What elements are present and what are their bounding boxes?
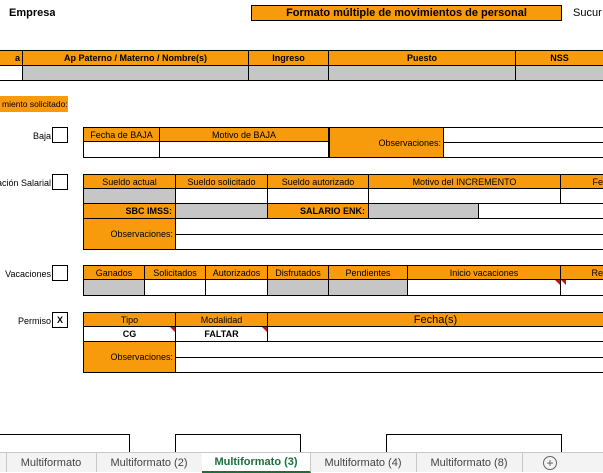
col-header-ingreso: Ingreso (249, 50, 329, 66)
col-header-fechas: Fecha(s) (268, 312, 603, 327)
tab-multiformato-8[interactable]: Multiformato (8) (416, 453, 523, 472)
movement-requested-label: miento solicitado: (0, 96, 68, 112)
cell-fullname[interactable] (22, 66, 249, 81)
col-header-tipo: Tipo (83, 312, 176, 327)
vacaciones-checkbox[interactable] (52, 265, 68, 281)
cell-name-partial[interactable] (0, 66, 22, 81)
col-header-autorizados: Autorizados (206, 265, 268, 280)
baja-observaciones-label: Observaciones: (329, 127, 444, 158)
cell-modalidad-value: FALTAR (204, 329, 239, 339)
cell-regreso[interactable] (561, 280, 603, 296)
tab-multiformato[interactable]: Multiformato (6, 453, 97, 472)
col-header-fecha-partial: Fe (561, 174, 603, 189)
signature-box-3 (386, 434, 562, 452)
cell-nss[interactable] (516, 66, 603, 81)
permiso-checkbox[interactable]: X (52, 312, 68, 328)
company-label: Empresa (9, 7, 56, 19)
col-header-nss: NSS (516, 50, 603, 66)
tab-multiformato-2[interactable]: Multiformato (2) (96, 453, 203, 472)
col-header-motivo-baja: Motivo de BAJA (160, 127, 329, 142)
col-header-fullname: Ap Paterno / Materno / Nombre(s) (22, 50, 249, 66)
salario-enk-label: SALARIO ENK: (268, 204, 369, 219)
col-header-sueldo-actual: Sueldo actual (83, 174, 176, 189)
cell-fecha-baja[interactable] (83, 142, 160, 158)
salarial-observaciones-field[interactable] (176, 219, 603, 250)
signature-box-1 (0, 434, 130, 452)
signature-box-2 (175, 434, 301, 452)
col-header-disfrutados: Disfrutados (268, 265, 329, 280)
col-header-ganados: Ganados (83, 265, 145, 280)
permiso-observaciones-field[interactable] (176, 342, 603, 373)
col-header-solicitados: Solicitados (145, 265, 206, 280)
sbc-imss-label: SBC IMSS: (83, 204, 176, 219)
col-header-inicio-vacaciones: Inicio vacaciones (408, 265, 561, 280)
cell-motivo-baja[interactable] (160, 142, 329, 158)
col-header-modalidad: Modalidad (176, 312, 268, 327)
comment-indicator-icon (561, 280, 566, 285)
add-sheet-icon[interactable]: + (543, 456, 557, 470)
cell-fecha-incremento[interactable] (561, 189, 603, 204)
cell-ganados[interactable] (83, 280, 145, 296)
baja-label: Baja (32, 130, 51, 141)
sheet-tab-bar: Multiformato Multiformato (2) Multiforma… (0, 452, 603, 473)
cell-salario-enk[interactable] (369, 204, 479, 219)
cell-inicio-vacaciones[interactable] (408, 280, 561, 296)
col-header-sueldo-autorizado: Sueldo autorizado (268, 174, 369, 189)
cell-ingreso[interactable] (249, 66, 329, 81)
tab-multiformato-4[interactable]: Multiformato (4) (310, 453, 417, 472)
col-header-puesto: Puesto (329, 50, 516, 66)
cell-sueldo-actual[interactable] (83, 189, 176, 204)
permiso-label: Permiso (17, 315, 51, 326)
cell-pendientes[interactable] (329, 280, 408, 296)
cell-autorizados[interactable] (206, 280, 268, 296)
baja-observaciones-field[interactable] (444, 127, 603, 158)
cell-tipo-value: CG (122, 329, 137, 339)
col-header-motivo-incremento: Motivo del INCREMENTO (369, 174, 561, 189)
col-header-name-partial: a (0, 50, 22, 66)
cell-fechas[interactable] (268, 327, 603, 342)
cell-motivo-incremento[interactable] (369, 189, 561, 204)
permiso-observaciones-label: Observaciones: (83, 342, 176, 373)
salarial-label: ación Salarial (0, 177, 51, 188)
baja-checkbox[interactable] (52, 127, 68, 143)
comment-indicator-icon (262, 327, 267, 332)
cell-disfrutados[interactable] (268, 280, 329, 296)
cell-sueldo-solicitado[interactable] (176, 189, 268, 204)
salarial-checkbox[interactable] (52, 174, 68, 190)
cell-sbc-imss[interactable] (176, 204, 268, 219)
col-header-sueldo-solicitado: Sueldo solicitado (176, 174, 268, 189)
salarial-observaciones-label: Observaciones: (83, 219, 176, 250)
col-header-regreso-partial: Re (561, 265, 603, 280)
cell-salario-enk-extra[interactable] (479, 204, 603, 219)
tab-multiformato-3[interactable]: Multiformato (3) (202, 453, 311, 473)
col-header-fecha-baja: Fecha de BAJA (83, 127, 160, 142)
cell-solicitados[interactable] (145, 280, 206, 296)
cell-modalidad[interactable]: FALTAR (176, 327, 268, 342)
col-header-pendientes: Pendientes (329, 265, 408, 280)
cell-sueldo-autorizado[interactable] (268, 189, 369, 204)
cell-tipo[interactable]: CG (83, 327, 176, 342)
vacaciones-label: Vacaciones (5, 268, 51, 279)
comment-indicator-icon (555, 280, 560, 285)
branch-label: Sucur (573, 7, 602, 19)
comment-indicator-icon (170, 327, 175, 332)
cell-puesto[interactable] (329, 66, 516, 81)
form-title: Formato múltiple de movimientos de perso… (251, 5, 562, 21)
